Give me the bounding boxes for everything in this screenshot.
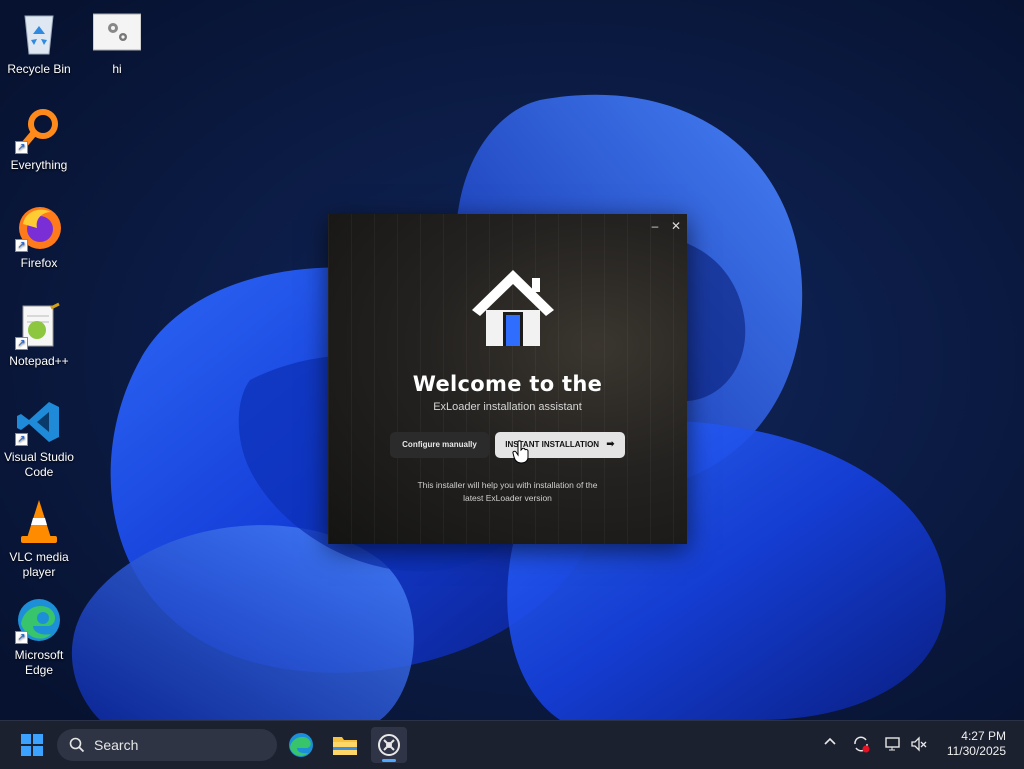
everything-search-icon: ↗	[15, 106, 63, 154]
desktop-icon-label: Notepad++	[9, 354, 69, 368]
installer-note: This installer will help you with instal…	[328, 479, 687, 505]
shortcut-arrow-icon: ↗	[15, 239, 28, 252]
installer-note-line1: This installer will help you with instal…	[417, 480, 598, 490]
exloader-installer-window: – ✕ Welcome to the ExLoader installation…	[328, 214, 687, 544]
search-label: Search	[94, 737, 139, 753]
clock-time: 4:27 PM	[961, 729, 1006, 743]
taskbar-search-box[interactable]: Search	[57, 729, 277, 761]
settings-file-icon	[92, 10, 142, 58]
active-app-indicator	[382, 759, 396, 762]
desktop-icon-label: Microsoft Edge	[14, 648, 64, 677]
vlc-cone-icon	[15, 498, 63, 546]
desktop-icon-vscode[interactable]: ↗ Visual Studio Code	[1, 398, 77, 480]
desktop-icon-label: Recycle Bin	[7, 62, 71, 76]
desktop-icon-hi[interactable]: hi	[79, 10, 155, 77]
notepad-plus-plus-icon: ↗	[15, 302, 63, 350]
shortcut-arrow-icon: ↗	[15, 433, 28, 446]
configure-manually-button[interactable]: Configure manually	[390, 432, 489, 458]
file-explorer-icon	[333, 737, 357, 755]
desktop-icon-label: Visual Studio Code	[4, 450, 74, 479]
desktop-icon-notepad-plus-plus[interactable]: ↗ Notepad++	[1, 302, 77, 369]
taskbar-edge-button[interactable]	[283, 727, 319, 763]
desktop-icon-vlc[interactable]: VLC media player	[1, 498, 77, 580]
show-hidden-icons-button[interactable]	[820, 734, 840, 754]
taskbar-clock[interactable]: 4:27 PM 11/30/2025	[947, 729, 1006, 759]
sync-status-button[interactable]	[851, 734, 871, 754]
desktop-icon-label: Firefox	[20, 256, 58, 270]
arrow-right-icon: ➡	[606, 439, 615, 450]
installer-note-line2: latest ExLoader version	[463, 493, 552, 503]
firefox-icon: ↗	[15, 204, 63, 252]
taskbar: Search 4:27 PM 11/30/2025	[0, 720, 1024, 769]
chevron-up-icon	[824, 737, 836, 745]
taskbar-file-explorer-button[interactable]	[327, 727, 363, 763]
sync-icon	[854, 736, 870, 753]
clock-date: 11/30/2025	[946, 744, 1006, 758]
edge-icon: ↗	[15, 596, 63, 644]
search-icon	[69, 737, 85, 753]
taskbar-exloader-button[interactable]	[371, 727, 407, 763]
volume-button[interactable]	[909, 734, 929, 754]
desktop-icon-label: VLC media player	[9, 550, 69, 579]
desktop-icon-edge[interactable]: ↗ Microsoft Edge	[1, 596, 77, 678]
desktop-icon-label: hi	[112, 62, 122, 76]
house-logo-icon	[472, 270, 554, 346]
edge-icon	[289, 733, 313, 757]
vscode-icon: ↗	[15, 398, 63, 446]
installer-subtitle: ExLoader installation assistant	[433, 401, 582, 413]
desktop-icon-label: Everything	[10, 158, 68, 172]
shortcut-arrow-icon: ↗	[15, 141, 28, 154]
start-button[interactable]	[14, 727, 50, 763]
volume-muted-icon	[911, 736, 927, 752]
close-button[interactable]: ✕	[669, 219, 683, 233]
welcome-title: Welcome to the	[412, 372, 603, 396]
start-icon	[21, 734, 43, 756]
hand-cursor-icon	[512, 440, 529, 464]
display-icon	[885, 737, 900, 751]
desktop-icon-everything[interactable]: ↗ Everything	[1, 106, 77, 173]
shortcut-arrow-icon: ↗	[15, 631, 28, 644]
desktop-icon-firefox[interactable]: ↗ Firefox	[1, 204, 77, 271]
minimize-button[interactable]: –	[648, 219, 662, 233]
network-status-button[interactable]	[883, 734, 903, 754]
desktop-icon-recycle-bin[interactable]: Recycle Bin	[1, 10, 77, 77]
recycle-bin-icon	[15, 10, 63, 58]
exloader-icon	[378, 734, 400, 756]
shortcut-arrow-icon: ↗	[15, 337, 28, 350]
